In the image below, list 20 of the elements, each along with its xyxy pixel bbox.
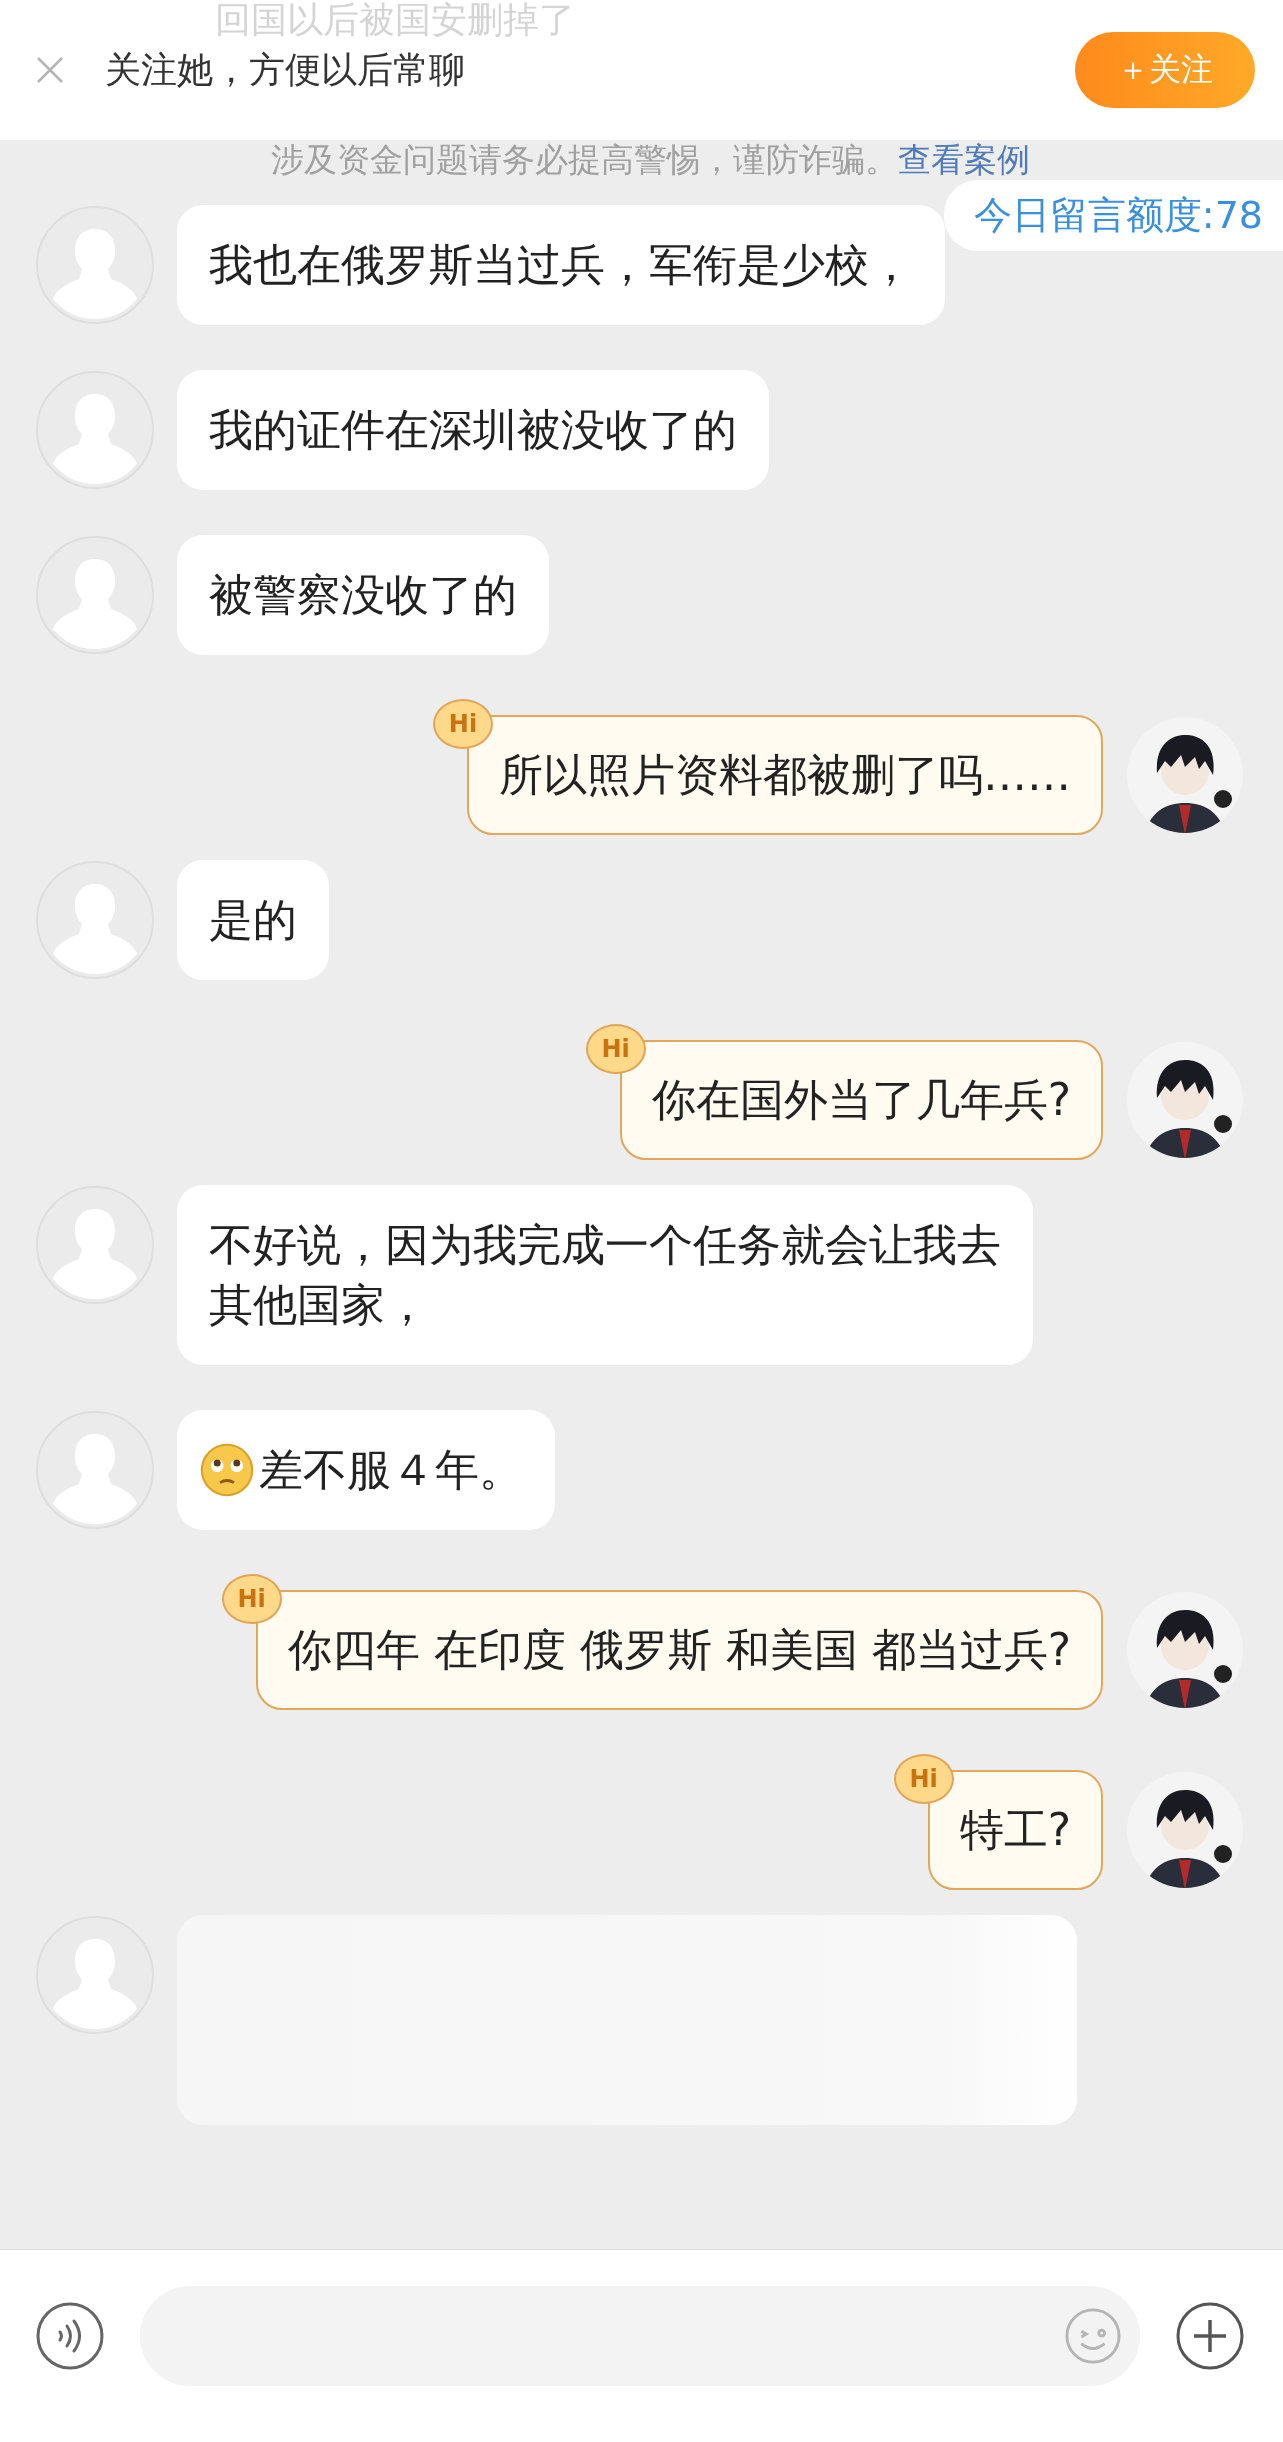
message-text: 差不服４年。 bbox=[259, 1443, 523, 1497]
emoji-icon bbox=[199, 1442, 255, 1498]
emoji-icon[interactable] bbox=[1064, 2307, 1122, 2365]
message-quota-badge: 今日留言额度:78 bbox=[943, 180, 1283, 251]
follow-button[interactable]: ＋关注 bbox=[1075, 32, 1255, 108]
message-bubble: 是的 bbox=[177, 860, 329, 980]
plus-icon[interactable] bbox=[1175, 2301, 1245, 2371]
message-bubble: 我的证件在深圳被没收了的 bbox=[177, 370, 769, 490]
hi-badge: Hi bbox=[433, 699, 493, 749]
hi-badge: Hi bbox=[221, 1574, 282, 1624]
message-bubble: 不好说，因为我完成一个任务就会让我去其他国家， bbox=[177, 1185, 1033, 1365]
banner-title: 关注她，方便以后常聊 bbox=[105, 47, 466, 92]
hi-badge: Hi bbox=[893, 1754, 954, 1804]
view-cases-link[interactable]: 查看案例 bbox=[897, 140, 1030, 183]
message-bubble: 被警察没收了的 bbox=[177, 535, 549, 655]
message-bubble: 我也在俄罗斯当过兵，军衔是少校， bbox=[177, 205, 945, 325]
close-icon[interactable] bbox=[35, 55, 65, 85]
notice-text: 涉及资金问题请务必提高警惕，谨防诈骗。 bbox=[270, 140, 898, 181]
voice-icon[interactable] bbox=[35, 2301, 105, 2371]
hi-badge: Hi bbox=[585, 1024, 646, 1074]
